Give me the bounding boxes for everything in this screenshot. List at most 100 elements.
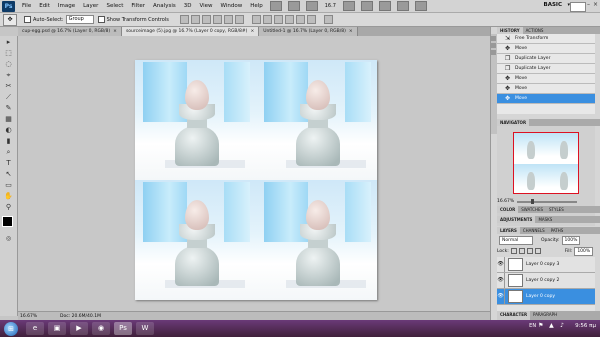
tab-cup-egg[interactable]: cup-egg.psd @ 16.7% (Layer 0, RGB/8) × [18, 27, 122, 36]
marquee-tool-icon[interactable]: ⬚ [3, 48, 15, 58]
history-item[interactable]: ⇲ Free Transform [497, 34, 595, 44]
menu-filter[interactable]: Filter [127, 3, 149, 9]
visibility-eye-icon[interactable]: 👁 [497, 273, 505, 288]
path-select-tool-icon[interactable]: ↖ [3, 169, 15, 179]
shape-tool-icon[interactable]: ▭ [3, 180, 15, 190]
quick-select-tool-icon[interactable]: ⌖ [3, 70, 15, 80]
history-item[interactable]: ❐ Duplicate Layer [497, 64, 595, 74]
hand-tool-icon[interactable]: ✋ [3, 191, 15, 201]
menu-select[interactable]: Select [102, 3, 127, 9]
history-panel-icon[interactable] [491, 36, 496, 41]
eyedropper-tool-icon[interactable]: ⟋ [3, 92, 15, 102]
menu-view[interactable]: View [195, 3, 216, 9]
close-icon[interactable]: × [250, 29, 254, 34]
media-player-icon[interactable]: ▶ [70, 322, 88, 335]
lock-all-icon[interactable] [534, 248, 541, 254]
mini-bridge-icon[interactable] [287, 1, 300, 11]
move-tool-icon[interactable]: ✥ [3, 13, 17, 26]
menu-3d[interactable]: 3D [180, 3, 196, 9]
internet-explorer-icon[interactable]: e [26, 322, 44, 335]
align-vcenter-icon[interactable] [190, 15, 200, 24]
tab-styles[interactable]: STYLES [546, 206, 567, 213]
rotate-icon[interactable] [378, 1, 391, 11]
menu-window[interactable]: Window [217, 3, 247, 9]
tab-paragraph[interactable]: PARAGRAPH [530, 311, 560, 320]
distribute-hcenter-icon[interactable] [295, 15, 305, 24]
foreground-color[interactable] [1, 216, 13, 227]
zoom-level[interactable]: 16.7 [321, 3, 340, 9]
history-item-selected[interactable]: ✥ Move [497, 94, 595, 104]
arrange-documents-icon[interactable] [396, 1, 409, 11]
network-icon[interactable]: ▲ [549, 322, 556, 329]
volume-icon[interactable]: ♪ [560, 322, 567, 329]
clone-source-icon[interactable] [491, 50, 496, 55]
tab-channels[interactable]: CHANNELS [520, 227, 548, 234]
navigator-view-box[interactable] [513, 132, 579, 194]
distribute-left-icon[interactable] [284, 15, 294, 24]
start-button[interactable]: ⊞ [4, 321, 18, 336]
tab-history[interactable]: HISTORY [497, 27, 523, 34]
menu-file[interactable]: File [18, 3, 35, 9]
align-left-icon[interactable] [212, 15, 222, 24]
align-top-icon[interactable] [179, 15, 189, 24]
search-input[interactable] [570, 2, 586, 12]
lasso-tool-icon[interactable]: ◌ [3, 59, 15, 69]
hand-icon[interactable] [342, 1, 355, 11]
document-canvas[interactable] [135, 60, 377, 300]
tab-sourceimage[interactable]: sourceimage (5).jpg @ 16.7% (Layer 0 cop… [121, 27, 260, 36]
tab-layers[interactable]: LAYERS [497, 227, 520, 234]
zoom-tool-icon[interactable]: ⚲ [3, 202, 15, 212]
close-icon[interactable]: × [349, 29, 353, 34]
navigator-zoom[interactable]: 16.67% [497, 199, 514, 204]
close-icon[interactable]: × [592, 1, 599, 9]
menu-edit[interactable]: Edit [35, 3, 54, 9]
screen-mode-icon[interactable] [414, 1, 427, 11]
distribute-vcenter-icon[interactable] [262, 15, 272, 24]
lock-pixels-icon[interactable] [518, 248, 525, 254]
visibility-eye-icon[interactable]: 👁 [497, 257, 505, 272]
brush-panel-icon[interactable] [491, 43, 496, 48]
layer-row[interactable]: 👁 Layer 0 copy 3 [497, 257, 595, 273]
type-tool-icon[interactable]: T [3, 158, 15, 168]
slider-handle[interactable] [531, 199, 534, 204]
auto-select-checkbox[interactable] [24, 16, 31, 23]
crop-tool-icon[interactable]: ✂ [3, 81, 15, 91]
layer-row[interactable]: 👁 Layer 0 copy 2 [497, 273, 595, 289]
lock-position-icon[interactable] [526, 248, 533, 254]
chrome-icon[interactable]: ◉ [92, 322, 110, 335]
workspace-switcher[interactable]: BASIC [544, 2, 563, 8]
file-explorer-icon[interactable]: ▣ [48, 322, 66, 335]
distribute-top-icon[interactable] [251, 15, 261, 24]
menu-layer[interactable]: Layer [79, 3, 102, 9]
lock-transparency-icon[interactable] [510, 248, 517, 254]
distribute-bottom-icon[interactable] [273, 15, 283, 24]
align-right-icon[interactable] [234, 15, 244, 24]
fill-field[interactable]: 100% [574, 246, 594, 256]
language-indicator[interactable]: EN [529, 323, 536, 329]
visibility-eye-icon[interactable]: 👁 [497, 289, 505, 304]
history-item[interactable]: ✥ Move [497, 44, 595, 54]
history-item[interactable]: ✥ Move [497, 74, 595, 84]
word-icon[interactable]: W [136, 322, 154, 335]
tab-navigator[interactable]: NAVIGATOR [497, 119, 530, 126]
zoom-icon[interactable] [360, 1, 373, 11]
move-tool-icon[interactable]: ▸ [3, 37, 15, 47]
transform-controls-checkbox[interactable] [97, 16, 105, 23]
layer-row-selected[interactable]: 👁 Layer 0 copy [497, 289, 595, 305]
color-swatches[interactable] [1, 216, 17, 231]
align-hcenter-icon[interactable] [223, 15, 233, 24]
blend-mode-select[interactable]: Normal [499, 235, 533, 245]
menu-image[interactable]: Image [54, 3, 79, 9]
align-bottom-icon[interactable] [201, 15, 211, 24]
minimize-icon[interactable]: – [585, 1, 592, 9]
history-item[interactable]: ❐ Duplicate Layer [497, 54, 595, 64]
tab-adjustments[interactable]: ADJUSTMENTS [497, 216, 536, 223]
menu-help[interactable]: Help [246, 3, 267, 9]
dodge-tool-icon[interactable]: ⌕ [3, 147, 15, 157]
menu-analysis[interactable]: Analysis [149, 3, 180, 9]
photoshop-task-icon[interactable]: Ps [114, 322, 132, 335]
tab-untitled[interactable]: Untitled-1 @ 16.7% (Layer 0, RGB/8) × [259, 27, 358, 36]
stamp-tool-icon[interactable]: ▦ [3, 114, 15, 124]
tab-actions[interactable]: ACTIONS [523, 27, 547, 34]
tab-paths[interactable]: PATHS [548, 227, 567, 234]
